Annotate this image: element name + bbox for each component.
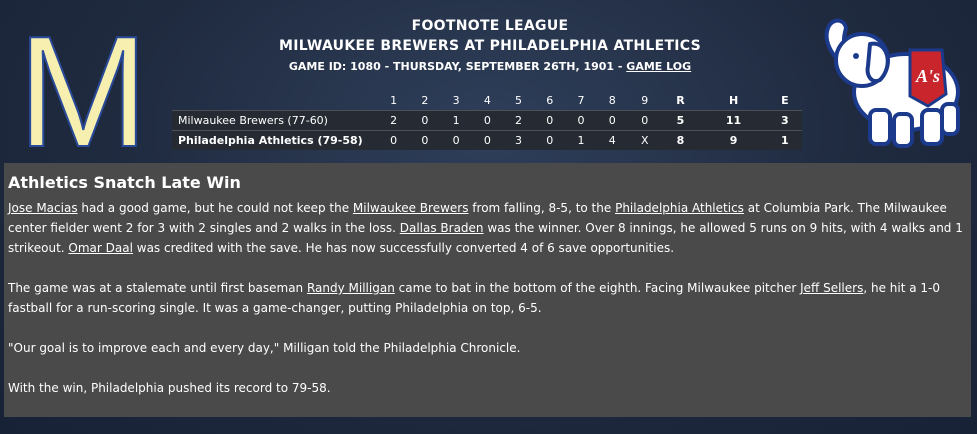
table-row: Philadelphia Athletics (79-58) 0 0 0 0 3… [172,130,802,150]
inning-score: 0 [471,130,503,150]
team-link-philadelphia-athletics[interactable]: Philadelphia Athletics [615,201,744,215]
inning-score: 0 [378,130,410,150]
game-recap-article: Athletics Snatch Late Win Jose Macias ha… [4,163,971,417]
game-info: GAME ID: 1080 - THURSDAY, SEPTEMBER 26TH… [170,60,810,73]
paragraph-text: from falling, 8-5, to the [468,201,616,215]
errors-total: 3 [767,110,802,131]
hits-total: 11 [699,110,768,131]
inning-score: 0 [596,110,628,131]
logo-letter: M [17,4,149,162]
inning-header: 9 [641,94,649,107]
inning-score: 0 [471,110,503,131]
inning-header: 6 [546,94,554,107]
runs-total: 8 [661,130,700,150]
runs-total: 5 [661,110,700,131]
player-link-dallas-braden[interactable]: Dallas Braden [400,221,484,235]
inning-header: 7 [577,94,585,107]
inning-header: 1 [390,94,398,107]
paragraph-text: came to bat in the bottom of the eighth.… [394,281,801,295]
article-quote: "Our goal is to improve each and every d… [8,341,521,355]
box-score-table: 1 2 3 4 5 6 7 8 9 R H E Milwaukee Brewer… [172,91,802,150]
article-paragraph: The game was at a stalemate until first … [8,278,967,318]
player-link-jose-macias[interactable]: Jose Macias [8,201,78,215]
errors-total: 1 [767,130,802,150]
inning-score: 0 [409,110,441,131]
paragraph-text: had a good game, but he could not keep t… [77,201,353,215]
milwaukee-logo: M [0,0,170,181]
inning-header: 5 [515,94,523,107]
hits-header: H [728,94,739,107]
inning-header: 4 [483,94,491,107]
inning-score: 3 [502,130,535,150]
team-name: Philadelphia Athletics (79-58) [172,130,378,150]
inning-score: 0 [409,130,441,150]
team-name: Milwaukee Brewers (77-60) [172,110,378,131]
article-paragraph: Jose Macias had a good game, but he coul… [8,198,967,258]
player-link-randy-milligan[interactable]: Randy Milligan [307,281,395,295]
paragraph-text: The game was at a stalemate until first … [8,281,307,295]
inning-score: 4 [596,130,628,150]
inning-score: X [627,130,662,150]
player-link-jeff-sellers[interactable]: Jeff Sellers [800,281,863,295]
inning-score: 2 [502,110,535,131]
errors-header: E [781,94,789,107]
table-row: Milwaukee Brewers (77-60) 2 0 1 0 2 0 0 … [172,110,802,131]
inning-score: 1 [565,130,597,150]
article-paragraph: With the win, Philadelphia pushed its re… [8,381,331,395]
hits-total: 9 [699,130,768,150]
inning-score: 0 [627,110,662,131]
inning-header: 2 [421,94,429,107]
box-score-header-row: 1 2 3 4 5 6 7 8 9 R H E [172,91,802,111]
inning-score: 0 [534,130,566,150]
inning-score: 0 [534,110,566,131]
paragraph-text: was credited with the save. He has now s… [132,241,675,255]
team-column-header [172,91,378,111]
matchup-title: MILWAUKEE BREWERS AT PHILADELPHIA ATHLET… [278,38,702,54]
inning-header: 8 [608,94,616,107]
athletics-elephant-logo: A's [818,10,968,155]
article-headline: Athletics Snatch Late Win [8,173,241,192]
league-title: FOOTNOTE LEAGUE [411,18,569,34]
logo-badge-text: A's [915,66,940,86]
game-log-link[interactable]: GAME LOG [626,60,691,73]
runs-header: R [676,94,685,107]
team-link-milwaukee-brewers[interactable]: Milwaukee Brewers [353,201,469,215]
game-header: FOOTNOTE LEAGUE MILWAUKEE BREWERS AT PHI… [170,18,810,73]
inning-score: 1 [440,110,472,131]
player-link-omar-daal[interactable]: Omar Daal [68,241,133,255]
inning-score: 0 [440,130,472,150]
inning-score: 2 [378,110,410,131]
game-info-text: GAME ID: 1080 - THURSDAY, SEPTEMBER 26TH… [288,60,627,73]
inning-score: 0 [565,110,597,131]
inning-header: 3 [452,94,460,107]
